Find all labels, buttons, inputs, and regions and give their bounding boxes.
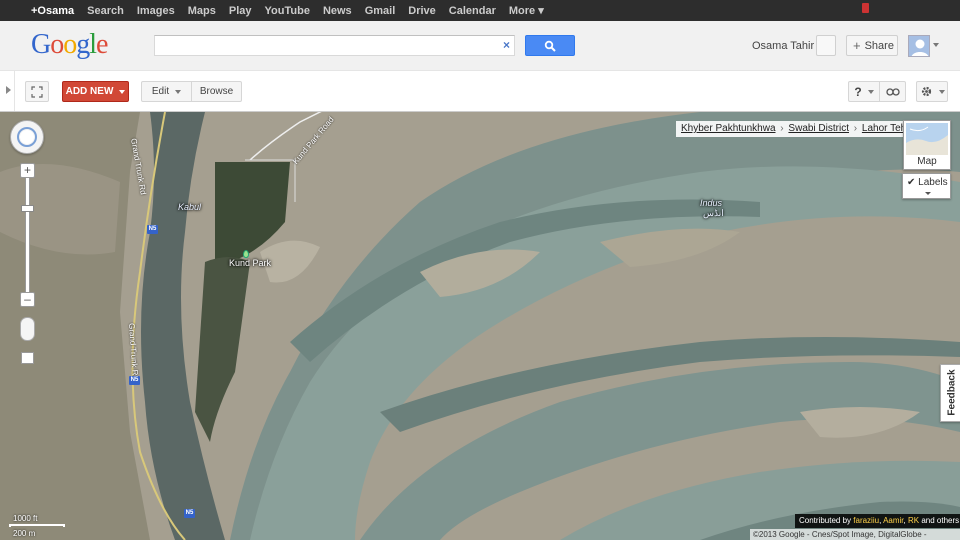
side-panel-toggle[interactable] xyxy=(0,71,15,111)
road-shield-n5: N5 xyxy=(184,509,195,518)
breadcrumb-separator: › xyxy=(853,123,858,134)
header: Google × Osama Tahir + Share xyxy=(0,21,960,71)
logo-letter: e xyxy=(96,29,108,60)
map-thumbnail xyxy=(906,123,948,155)
logo-letter: l xyxy=(89,29,97,60)
help-label: ? xyxy=(854,84,862,99)
fullscreen-button[interactable] xyxy=(25,81,49,102)
search-box: × xyxy=(154,35,515,56)
checkmark-icon: ✔ xyxy=(907,177,916,188)
google-top-bar: +Osama Search Images Maps Play YouTube N… xyxy=(0,0,960,21)
park-marker-icon[interactable] xyxy=(243,250,249,258)
top-link-youtube[interactable]: YouTube xyxy=(265,5,310,17)
scale-ruler xyxy=(9,524,65,527)
top-link-maps[interactable]: Maps xyxy=(188,5,216,17)
contributor-link[interactable]: faraziiu xyxy=(853,516,879,525)
scale-imperial: 1000 ft xyxy=(13,514,38,523)
browse-button[interactable]: Browse xyxy=(191,81,242,102)
feedback-tab[interactable]: Feedback xyxy=(940,364,960,422)
add-new-label: ADD NEW xyxy=(65,86,114,97)
gear-icon xyxy=(921,86,931,97)
notification-icon[interactable] xyxy=(862,3,869,13)
top-link-images[interactable]: Images xyxy=(137,5,175,17)
clear-search-icon[interactable]: × xyxy=(503,38,510,52)
account-caret-icon[interactable] xyxy=(933,43,939,47)
top-link-search[interactable]: Search xyxy=(87,5,124,17)
top-link-more[interactable]: More ▾ xyxy=(509,4,544,17)
breadcrumb-separator: › xyxy=(780,123,784,134)
top-link-play[interactable]: Play xyxy=(229,5,252,17)
expand-arrow-icon xyxy=(6,86,11,94)
maps-toolbar: ADD NEW Edit Browse ? xyxy=(0,71,960,112)
share-button[interactable]: + Share xyxy=(846,35,898,56)
browse-label: Browse xyxy=(199,86,234,97)
top-link-gmail[interactable]: Gmail xyxy=(365,5,396,17)
notifications-button[interactable] xyxy=(816,35,836,56)
feedback-label: Feedback xyxy=(946,369,958,416)
chevron-down-icon xyxy=(175,89,182,94)
zoom-in-button[interactable]: + xyxy=(20,163,35,178)
share-label: Share xyxy=(864,39,894,52)
map-canvas[interactable]: Kabul Kund Park Indus انڈس Grand Trunk R… xyxy=(0,112,960,540)
plus-icon: + xyxy=(853,38,861,53)
imagery-copyright: ©2013 Google - Cnes/Spot Image, DigitalG… xyxy=(750,529,960,540)
road-shield-n5: N5 xyxy=(129,376,140,385)
logo-letter: G xyxy=(31,29,51,60)
map-type-switcher[interactable]: Map xyxy=(903,120,951,170)
location-breadcrumb: Khyber Pakhtunkhwa › Swabi District › La… xyxy=(676,121,921,137)
zoom-slider-handle[interactable] xyxy=(21,205,34,212)
contrib-prefix: Contributed by xyxy=(799,516,854,525)
zoom-out-button[interactable]: – xyxy=(20,292,35,307)
map-type-label: Map xyxy=(917,156,937,167)
expand-icon xyxy=(31,85,43,98)
google-logo[interactable]: Google xyxy=(31,29,108,61)
edit-button[interactable]: Edit xyxy=(141,81,192,102)
labels-label: Labels xyxy=(918,177,948,188)
pan-control[interactable] xyxy=(10,120,44,154)
link-icon xyxy=(885,87,900,96)
road-shield-n5: N5 xyxy=(147,225,158,234)
zoom-area-icon[interactable] xyxy=(21,352,34,364)
top-link-profile[interactable]: +Osama xyxy=(31,5,74,17)
contributor-link[interactable]: Aamir xyxy=(883,516,903,525)
add-new-button[interactable]: ADD NEW xyxy=(62,81,129,102)
breadcrumb-province[interactable]: Khyber Pakhtunkhwa xyxy=(681,123,776,134)
search-button[interactable] xyxy=(525,35,575,56)
logo-letter: g xyxy=(76,29,90,60)
help-button[interactable]: ? xyxy=(848,81,880,102)
search-icon xyxy=(544,40,556,52)
contributors-attribution: Contributed by faraziiu, Aamir, RK and o… xyxy=(795,514,960,528)
search-input[interactable] xyxy=(160,36,490,55)
contrib-suffix: and others xyxy=(919,516,960,525)
river-label-kabul[interactable]: Kabul xyxy=(178,202,201,212)
logo-letter: o xyxy=(63,29,77,60)
place-label-kund-park[interactable]: Kund Park xyxy=(229,258,271,268)
chevron-down-icon xyxy=(119,89,126,94)
chevron-down-icon xyxy=(938,89,945,94)
user-silhouette-icon xyxy=(911,39,929,56)
logo-letter: o xyxy=(50,29,64,60)
top-link-news[interactable]: News xyxy=(323,5,352,17)
settings-button[interactable] xyxy=(916,81,948,102)
pegman-icon[interactable] xyxy=(20,317,35,341)
account-name[interactable]: Osama Tahir xyxy=(752,40,814,52)
zoom-slider-track[interactable] xyxy=(25,170,30,300)
labels-toggle[interactable]: ✔ Labels xyxy=(902,173,951,199)
compass-icon xyxy=(17,127,37,147)
river-label-indus[interactable]: Indus xyxy=(700,198,722,208)
river-label-indus-urdu: انڈس xyxy=(703,208,724,218)
chevron-down-icon xyxy=(867,89,874,94)
top-link-calendar[interactable]: Calendar xyxy=(449,5,496,17)
edit-label: Edit xyxy=(151,86,170,97)
scale-bar: 1000 ft 200 m xyxy=(9,514,69,538)
avatar[interactable] xyxy=(908,35,930,57)
link-button[interactable] xyxy=(879,81,906,102)
breadcrumb-district[interactable]: Swabi District xyxy=(788,123,849,134)
contributor-link[interactable]: RK xyxy=(908,516,919,525)
scale-metric: 200 m xyxy=(13,529,36,538)
chevron-down-icon xyxy=(925,192,931,195)
google-maps-window: +Osama Search Images Maps Play YouTube N… xyxy=(0,0,960,540)
top-link-drive[interactable]: Drive xyxy=(408,5,436,17)
